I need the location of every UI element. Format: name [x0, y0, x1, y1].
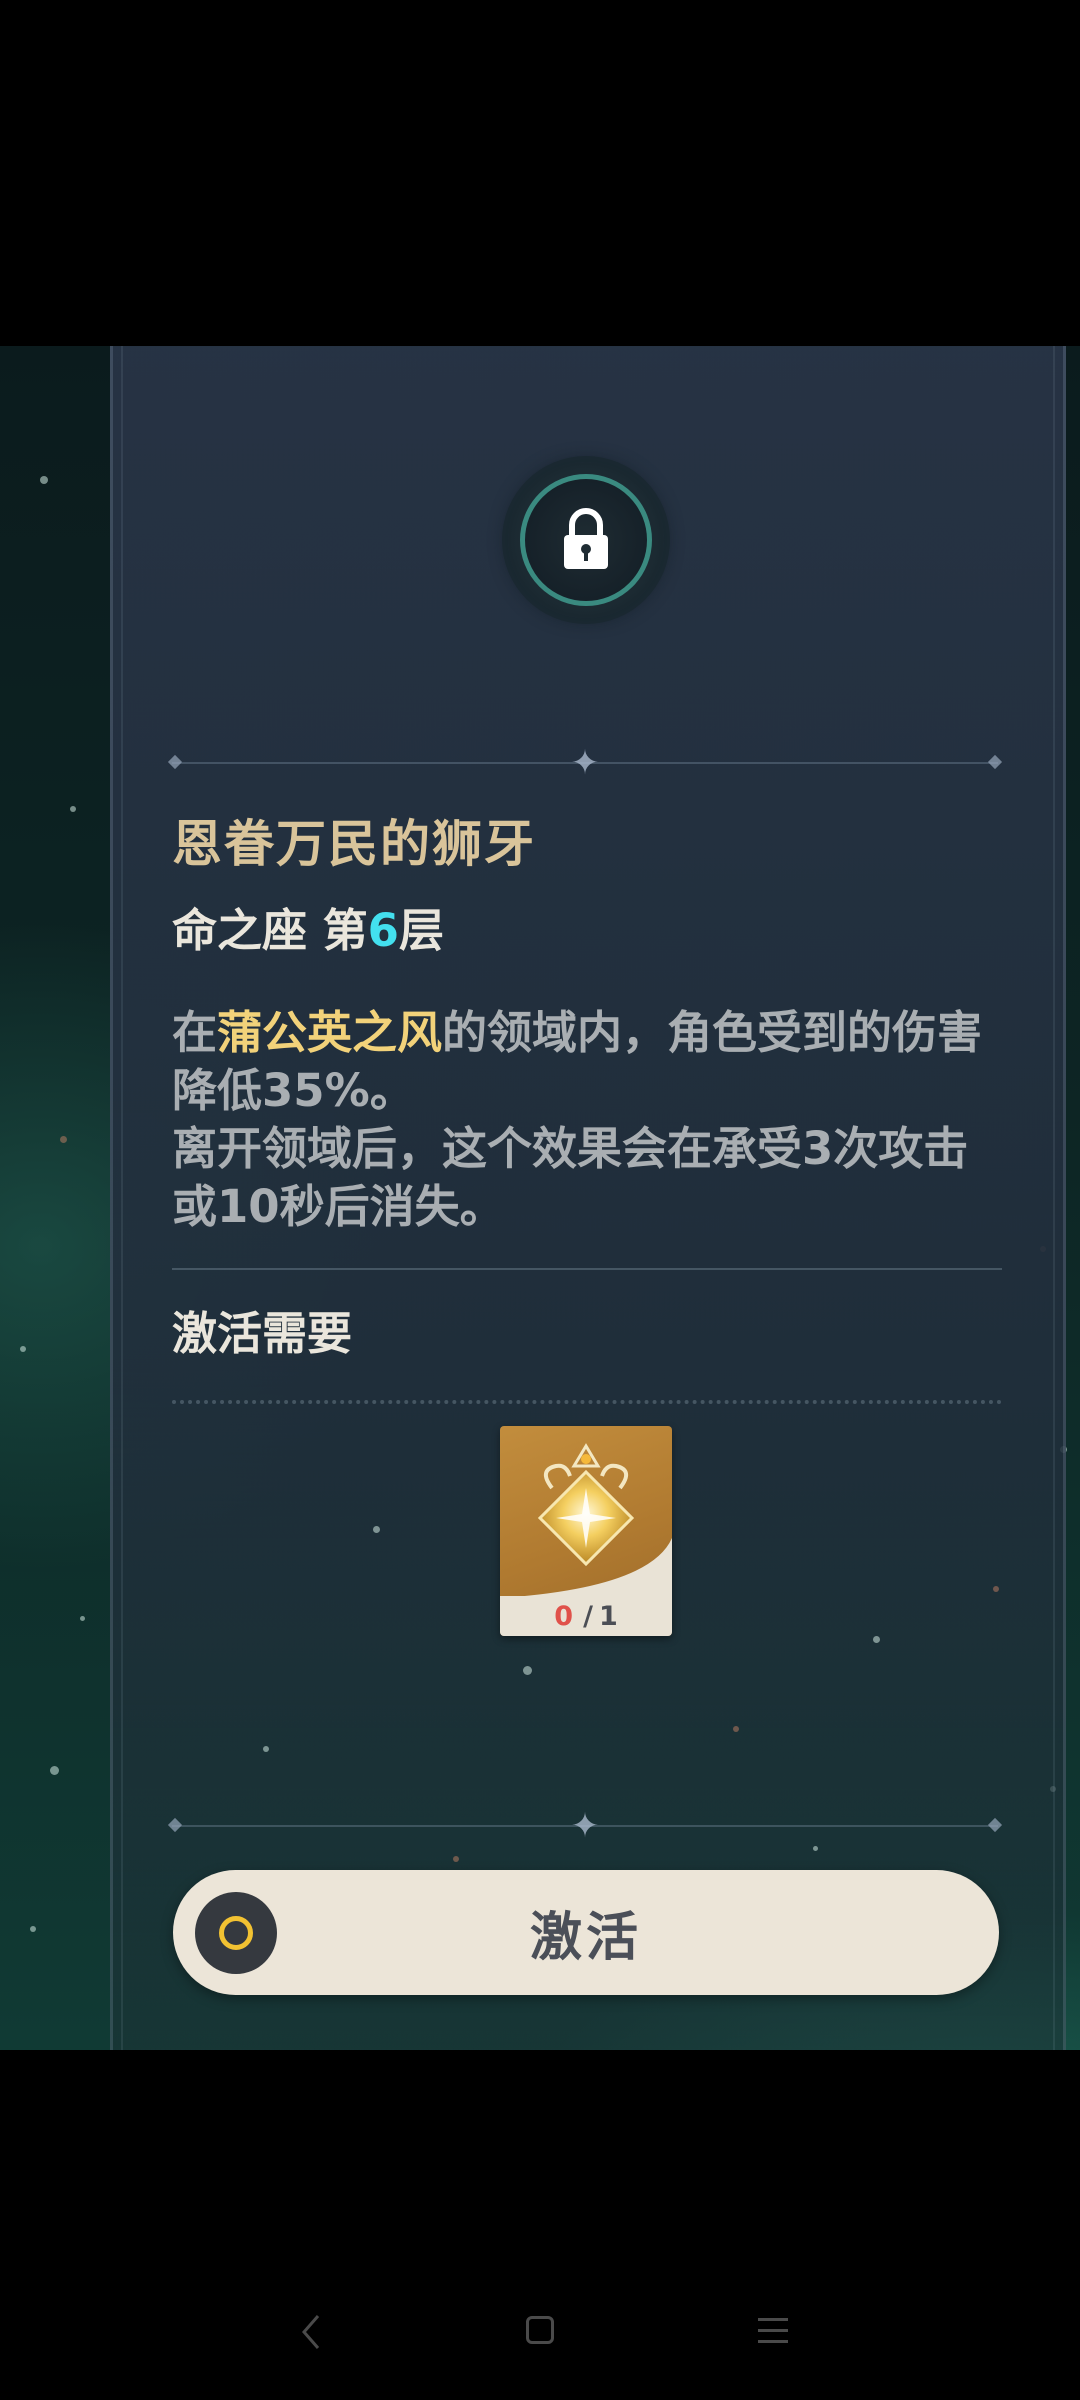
top-divider: ✦: [167, 743, 1003, 783]
bottom-divider: ✦: [167, 1806, 1003, 1846]
field-name-highlight: 蒲公英之风: [217, 1006, 443, 1059]
star-crystal-icon: [537, 1443, 635, 1567]
constellation-layer: 命之座 第6层: [172, 904, 444, 957]
menu-icon[interactable]: [758, 2318, 788, 2344]
back-icon[interactable]: [296, 2310, 326, 2354]
constellation-description: 在蒲公英之风的领域内，角色受到的伤害降低35%。 离开领域后，这个效果会在承受3…: [172, 1006, 983, 1233]
item-have-count: 0: [554, 1600, 574, 1632]
requirement-heading: 激活需要: [172, 1307, 353, 1360]
item-need-count: 1: [598, 1600, 618, 1632]
primogem-ring-icon: [195, 1892, 277, 1974]
constellation-seal: [508, 462, 664, 618]
requirement-dashed-divider: [172, 1400, 1002, 1404]
system-navigation-bar: [0, 2050, 1080, 2400]
constellation-title: 恩眷万民的狮牙: [172, 815, 536, 873]
activate-button[interactable]: 激活: [173, 1870, 999, 1995]
required-item-card[interactable]: 0 / 1: [500, 1426, 672, 1636]
activate-button-label: 激活: [529, 1908, 642, 1968]
description-separator: [172, 1268, 1002, 1270]
item-count: 0 / 1: [500, 1596, 672, 1636]
layer-number: 6: [367, 904, 399, 957]
lock-icon: [564, 508, 608, 569]
home-icon[interactable]: [526, 2316, 554, 2344]
